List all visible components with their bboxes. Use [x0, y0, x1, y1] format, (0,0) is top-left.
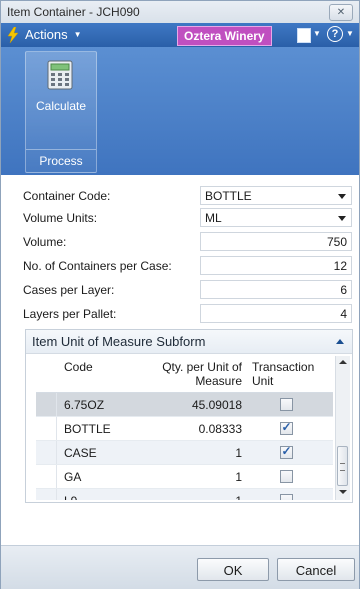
dialog-footer: OK Cancel [1, 545, 359, 589]
column-header-qty-line2: Measure [195, 374, 242, 388]
cell-qty[interactable]: 45.09018 [146, 398, 242, 412]
field-label: Layers per Pallet: [23, 307, 117, 321]
transaction-unit-checkbox[interactable] [280, 398, 293, 411]
table-row[interactable]: L9 1 [36, 489, 333, 500]
column-header-transaction-unit[interactable]: Transaction Unit [252, 360, 332, 388]
view-options-icon[interactable] [297, 28, 311, 43]
field-container-code: Container Code: BOTTLE [23, 185, 353, 207]
ribbon-body: Calculate Process [1, 47, 359, 175]
cell-qty[interactable]: 0.08333 [146, 422, 242, 436]
field-layers-per-pallet: Layers per Pallet: 4 [23, 303, 353, 325]
layers-per-pallet-input[interactable]: 4 [200, 304, 352, 323]
close-button[interactable]: ✕ [329, 4, 353, 21]
form-body: Container Code: BOTTLE Volume Units: ML … [1, 175, 359, 545]
chevron-down-icon[interactable] [338, 216, 346, 221]
scroll-down-arrow-icon[interactable] [339, 490, 347, 494]
transaction-unit-checkbox[interactable]: ✓ [280, 420, 293, 435]
chevron-up-icon[interactable] [336, 339, 344, 344]
field-volume: Volume: 750 [23, 231, 353, 253]
actions-label: Actions [25, 27, 68, 42]
lightning-bolt-icon [7, 27, 19, 43]
grid-scrollbar[interactable] [335, 356, 350, 500]
ok-button[interactable]: OK [197, 558, 269, 581]
table-row[interactable]: 6.75OZ 45.09018 [36, 393, 333, 417]
field-cases-per-layer: Cases per Layer: 6 [23, 279, 353, 301]
field-value: ML [205, 211, 222, 225]
containers-per-case-input[interactable]: 12 [200, 256, 352, 275]
cancel-button[interactable]: Cancel [277, 558, 355, 581]
chevron-down-icon[interactable]: ▼ [346, 29, 354, 38]
unit-of-measure-subform: Item Unit of Measure Subform Code Qty. p… [25, 329, 353, 503]
row-selector-divider [56, 393, 57, 416]
actions-menu[interactable]: Actions ▼ [7, 26, 82, 44]
check-icon: ✓ [281, 444, 292, 458]
field-label: Volume Units: [23, 211, 98, 225]
row-selector-divider [56, 417, 57, 440]
column-header-tu-line1: Transaction [252, 360, 315, 374]
field-containers-per-case: No. of Containers per Case: 12 [23, 255, 353, 277]
grip-icon [340, 463, 345, 471]
chevron-down-icon[interactable]: ▼ [313, 29, 321, 38]
cases-per-layer-input[interactable]: 6 [200, 280, 352, 299]
table-row[interactable]: BOTTLE 0.08333 ✓ [36, 417, 333, 441]
item-container-window: Item Container - JCH090 ✕ Actions ▼ Ozte… [0, 0, 360, 589]
volume-input[interactable]: 750 [200, 232, 352, 251]
check-icon: ✓ [281, 420, 292, 434]
cell-code[interactable]: BOTTLE [64, 422, 111, 436]
scroll-thumb[interactable] [337, 446, 348, 486]
ribbon-group-process: Calculate Process [25, 51, 97, 173]
row-selector-divider [56, 441, 57, 464]
cell-qty[interactable]: 1 [146, 494, 242, 500]
scroll-up-arrow-icon[interactable] [339, 360, 347, 364]
cell-qty[interactable]: 1 [146, 446, 242, 460]
subform-header[interactable]: Item Unit of Measure Subform [26, 330, 352, 354]
field-label: Cases per Layer: [23, 283, 115, 297]
ribbon-command-bar: Actions ▼ Oztera Winery ▼ ? ▼ [1, 23, 359, 47]
window-title: Item Container - JCH090 [7, 5, 140, 19]
column-header-code[interactable]: Code [64, 360, 93, 374]
title-bar: Item Container - JCH090 ✕ [1, 1, 359, 24]
grid-header: Code Qty. per Unit of Measure Transactio… [36, 356, 333, 393]
cell-code[interactable]: L9 [64, 494, 77, 500]
row-selector-divider [56, 489, 57, 500]
calculate-label: Calculate [35, 99, 87, 113]
group-divider [26, 149, 96, 150]
table-row[interactable]: GA 1 [36, 465, 333, 489]
transaction-unit-checkbox[interactable] [280, 494, 293, 500]
chevron-down-icon[interactable] [338, 194, 346, 199]
container-code-dropdown[interactable]: BOTTLE [200, 186, 352, 205]
column-header-qty-line1: Qty. per Unit of [162, 360, 242, 374]
group-label: Process [39, 154, 83, 168]
column-header-tu-line2: Unit [252, 374, 274, 388]
cell-code[interactable]: GA [64, 470, 81, 484]
cell-code[interactable]: 6.75OZ [64, 398, 104, 412]
field-volume-units: Volume Units: ML [23, 207, 353, 229]
cell-code[interactable]: CASE [64, 446, 97, 460]
transaction-unit-checkbox[interactable]: ✓ [280, 444, 293, 459]
uom-grid: Code Qty. per Unit of Measure Transactio… [36, 356, 333, 500]
field-label: Container Code: [23, 189, 111, 203]
field-value: BOTTLE [205, 189, 252, 203]
calculate-button[interactable]: Calculate [26, 52, 96, 122]
row-selector-divider [56, 465, 57, 488]
field-label: Volume: [23, 235, 67, 249]
help-icon[interactable]: ? [327, 26, 343, 42]
cell-qty[interactable]: 1 [146, 470, 242, 484]
volume-units-dropdown[interactable]: ML [200, 208, 352, 227]
company-badge[interactable]: Oztera Winery [177, 26, 272, 46]
chevron-down-icon: ▼ [73, 30, 82, 39]
column-header-qty[interactable]: Qty. per Unit of Measure [146, 360, 242, 388]
transaction-unit-checkbox[interactable] [280, 470, 293, 483]
field-label: No. of Containers per Case: [23, 259, 172, 273]
calculator-icon [47, 60, 73, 90]
table-row[interactable]: CASE 1 ✓ [36, 441, 333, 465]
subform-title: Item Unit of Measure Subform [32, 334, 206, 349]
